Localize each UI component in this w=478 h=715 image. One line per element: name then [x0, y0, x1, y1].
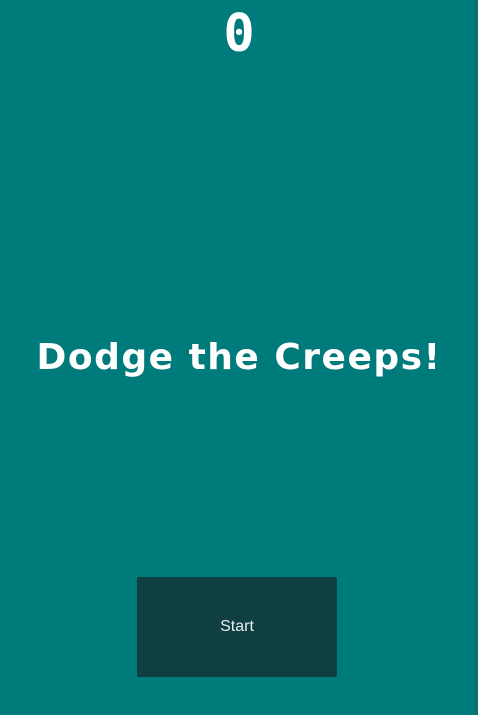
start-button-label: Start [220, 618, 254, 635]
game-title: Dodge the Creeps! [36, 337, 442, 378]
game-screen: 0 Dodge the Creeps! Start [0, 0, 478, 715]
score-label: 0 [223, 4, 255, 64]
start-button[interactable]: Start [137, 577, 337, 677]
